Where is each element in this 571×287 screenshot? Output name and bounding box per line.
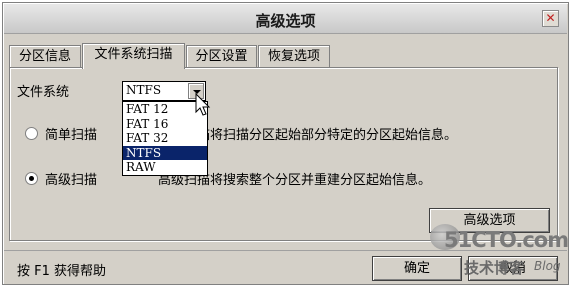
filesystem-select[interactable]: NTFS (122, 81, 206, 101)
ok-button[interactable]: 确定 (372, 256, 462, 281)
tab-filesystem-scan[interactable]: 文件系统扫描 (82, 43, 185, 69)
mouse-pointer-icon (195, 93, 211, 116)
close-icon[interactable]: ✕ (542, 10, 559, 27)
tab-partition-settings[interactable]: 分区设置 (186, 45, 257, 68)
simple-scan-radio[interactable] (25, 127, 38, 140)
tab-partition-info[interactable]: 分区信息 (9, 45, 81, 68)
tab-recovery-options[interactable]: 恢复选项 (258, 45, 330, 68)
title-bar[interactable]: 高级选项 ✕ (4, 4, 567, 34)
filesystem-selected-value: NTFS (126, 83, 162, 97)
watermark-subtitle: 技术博客 (464, 259, 525, 277)
help-hint: 按 F1 获得帮助 (17, 264, 107, 279)
advanced-scan-label[interactable]: 高级扫描 (45, 169, 97, 188)
filesystem-label: 文件系统 (17, 85, 70, 100)
simple-scan-label[interactable]: 简单扫描 (45, 124, 97, 143)
window-title: 高级选项 (255, 12, 316, 30)
advanced-scan-radio[interactable] (25, 172, 38, 185)
watermark-blog: Blog (534, 259, 561, 273)
watermark-brand: 51CTO.com (444, 228, 569, 252)
filesystem-option-ntfs[interactable]: NTFS (123, 145, 207, 160)
filesystem-option-fat32[interactable]: FAT 32 (123, 131, 207, 146)
filesystem-option-fat16[interactable]: FAT 16 (123, 117, 207, 132)
filesystem-option-raw[interactable]: RAW (123, 160, 207, 175)
